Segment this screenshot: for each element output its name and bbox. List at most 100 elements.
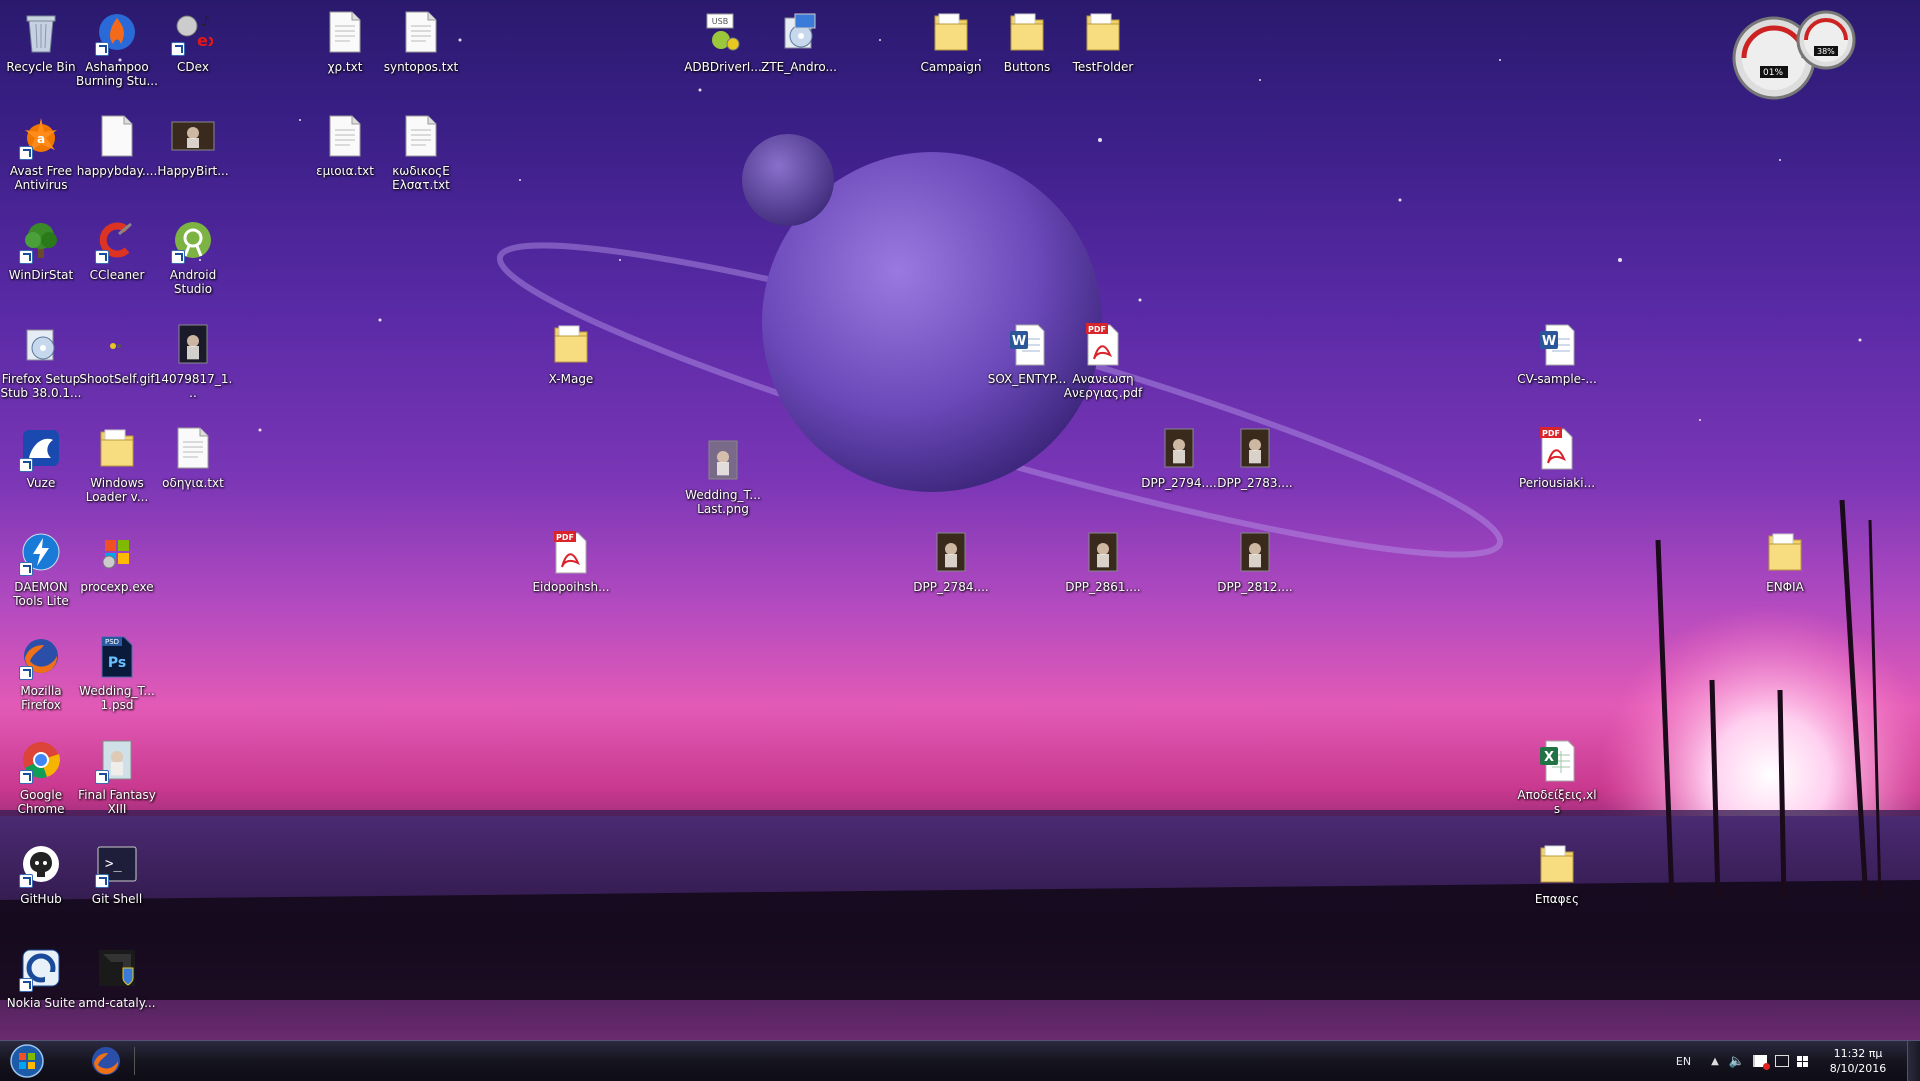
pdf-icon: PDF [1079,320,1127,368]
recycle-bin-icon [17,8,65,56]
shortcut-arrow-icon [171,42,185,56]
volume-icon[interactable]: 🔈 [1729,1054,1745,1069]
language-indicator[interactable]: EN [1676,1055,1691,1068]
desktop-icon-label: DPP_2861.... [1065,580,1141,594]
desktop-icon-emiona-txt[interactable]: εμιοια.txt [304,104,386,208]
desktop-icon-label: Vuze [26,476,56,490]
show-hidden-icons-button[interactable]: ▲ [1711,1056,1719,1067]
desktop-icon-dpp-2783[interactable]: DPP_2783.... [1214,416,1296,520]
desktop-icon-adbdriver[interactable]: USB ADBDriverI... [682,0,764,104]
desktop-icon-android-studio[interactable]: Android Studio [152,208,234,312]
desktop-icon-happybirt[interactable]: HappyBirt... [152,104,234,208]
action-center-flag-icon[interactable] [1753,1055,1770,1070]
photo-thumbnail-icon [1231,424,1279,472]
desktop-icon-nokia-suite[interactable]: Nokia Suite [0,936,82,1040]
shortcut-arrow-icon [19,874,33,888]
clock[interactable]: 11:32 πμ 8/10/2016 [1818,1046,1898,1076]
desktop-icon-label: CDex [177,60,209,74]
desktop-icon-label: εμιοια.txt [316,164,374,178]
show-desktop-button[interactable] [1907,1041,1920,1081]
svg-text:USB: USB [712,17,728,26]
desktop-icon-sox-entyp[interactable]: W SOX_ENTYP... [986,312,1068,416]
shoreline [0,880,1920,1000]
desktop-icon-shootself[interactable]: ShootSelf.gif [76,312,158,416]
desktop-icon-firefox[interactable]: Mozilla Firefox [0,624,82,728]
clock-date: 8/10/2016 [1829,1062,1887,1075]
desktop-icon-periousiaki[interactable]: PDF Periousiaki... [1516,416,1598,520]
desktop-icon-buttons[interactable]: Buttons [986,0,1068,104]
desktop-icon-cv-sample[interactable]: W CV-sample-... [1516,312,1598,416]
desktop-icon-label: X-Mage [548,372,594,386]
desktop-icon-ashampoo[interactable]: Ashampoo Burning Stu... [76,0,158,104]
text-file-icon [321,8,369,56]
desktop-icon-ffxiii[interactable]: Final Fantasy XIII [76,728,158,832]
android-studio-icon [169,216,217,264]
desktop-icon-eidopoihsh[interactable]: PDF Eidopoihsh... [530,520,612,624]
windows-flag-tray-icon[interactable] [1797,1055,1808,1067]
desktop-icon-recycle-bin[interactable]: Recycle Bin [0,0,82,104]
desktop-icon-label: Avast Free Antivirus [9,164,73,192]
desktop-icon-label: Buttons [1003,60,1051,74]
desktop-icon-wedding-last[interactable]: Wedding_T... Last.png [682,428,764,532]
desktop[interactable]: Recycle BinAshampoo Burning Stu... ex♪ CDe… [0,0,1920,1040]
desktop-icon-cdex[interactable]: ex♪ CDex [152,0,234,104]
desktop-icon-ananeosi-pdf[interactable]: PDF Ανανεωση Ανεργιας.pdf [1062,312,1144,416]
desktop-icon-apodeixeis[interactable]: X Αποδείξεις.xls [1516,728,1598,832]
desktop-icon-label: Google Chrome [17,788,65,816]
desktop-icon-chrome[interactable]: Google Chrome [0,728,82,832]
desktop-icon-dpp-2794[interactable]: DPP_2794.... [1138,416,1220,520]
desktop-icon-wedding-psd[interactable]: PSD Ps Wedding_T... 1.psd [76,624,158,728]
desktop-icon-testfolder[interactable]: TestFolder [1062,0,1144,104]
desktop-icon-happybday[interactable]: happybday.... [76,104,158,208]
avast-icon: a [17,112,65,160]
shortcut-arrow-icon [171,250,185,264]
cpu-meter-gadget[interactable]: 01% 38% [1732,10,1858,102]
desktop-icon-dpp-2861[interactable]: DPP_2861.... [1062,520,1144,624]
desktop-icon-img-14079817[interactable]: 14079817_1... [152,312,234,416]
desktop-icon-dpp-2812[interactable]: DPP_2812.... [1214,520,1296,624]
desktop-icon-ccleaner[interactable]: CCleaner [76,208,158,312]
desktop-icon-dpp-2784[interactable]: DPP_2784.... [910,520,992,624]
desktop-icon-label: Wedding_T... Last.png [685,488,761,516]
desktop-icon-campaign[interactable]: Campaign [910,0,992,104]
desktop-icon-windirstat[interactable]: WinDirStat [0,208,82,312]
desktop-icon-syntopos-txt[interactable]: syntopos.txt [380,0,462,104]
network-icon[interactable] [1775,1055,1789,1067]
desktop-icon-daemon-tools[interactable]: DAEMON Tools Lite [0,520,82,624]
desktop-icon-git-shell[interactable]: >_ Git Shell [76,832,158,936]
desktop-icon-firefox-setup[interactable]: Firefox Setup Stub 38.0.1... [0,312,82,416]
desktop-icon-windows-loader[interactable]: Windows Loader v... [76,416,158,520]
desktop-icon-github[interactable]: GitHub [0,832,82,936]
desktop-icon-procexp[interactable]: procexp.exe [76,520,158,624]
chrome-icon [17,736,65,784]
desktop-icon-amd-catalyst[interactable]: amd-cataly... [76,936,158,1040]
desktop-icon-enfia[interactable]: ΕΝΦΙΑ [1744,520,1826,624]
desktop-icon-vuze[interactable]: Vuze [0,416,82,520]
svg-text:>_: >_ [105,856,122,872]
photoshop-psd-icon: PSD Ps [93,632,141,680]
desktop-icon-label: HappyBirt... [157,164,229,178]
taskbar-firefox-button[interactable] [82,1043,130,1079]
dark-photo-thumbnail-icon [169,320,217,368]
desktop-icon-label: Android Studio [169,268,217,296]
shortcut-arrow-icon [19,978,33,992]
desktop-icon-x-mage[interactable]: X-Mage [530,312,612,416]
terminal-icon: >_ [93,840,141,888]
text-file-icon [397,112,445,160]
desktop-icon-label: DPP_2783.... [1217,476,1293,490]
folder-icon [1079,8,1127,56]
desktop-icon-label: DAEMON Tools Lite [13,580,69,608]
desktop-icon-label: Windows Loader v... [85,476,149,504]
shortcut-arrow-icon [19,250,33,264]
desktop-icon-avast[interactable]: a Avast Free Antivirus [0,104,82,208]
photo-thumbnail-icon [1155,424,1203,472]
start-button[interactable] [4,1043,50,1079]
desktop-icon-odigia-txt[interactable]: οδηγια.txt [152,416,234,520]
desktop-icon-xp-txt[interactable]: χρ.txt [304,0,386,104]
windows-flag-icon [93,528,141,576]
desktop-icon-kodikos-txt[interactable]: κωδικοςΕ Ελσατ.txt [380,104,462,208]
amd-shield-icon [93,944,141,992]
desktop-icon-epafes[interactable]: Επαφες [1516,832,1598,936]
desktop-icon-zte-android[interactable]: ZTE_Andro... [758,0,840,104]
desktop-icon-label: WinDirStat [8,268,74,282]
